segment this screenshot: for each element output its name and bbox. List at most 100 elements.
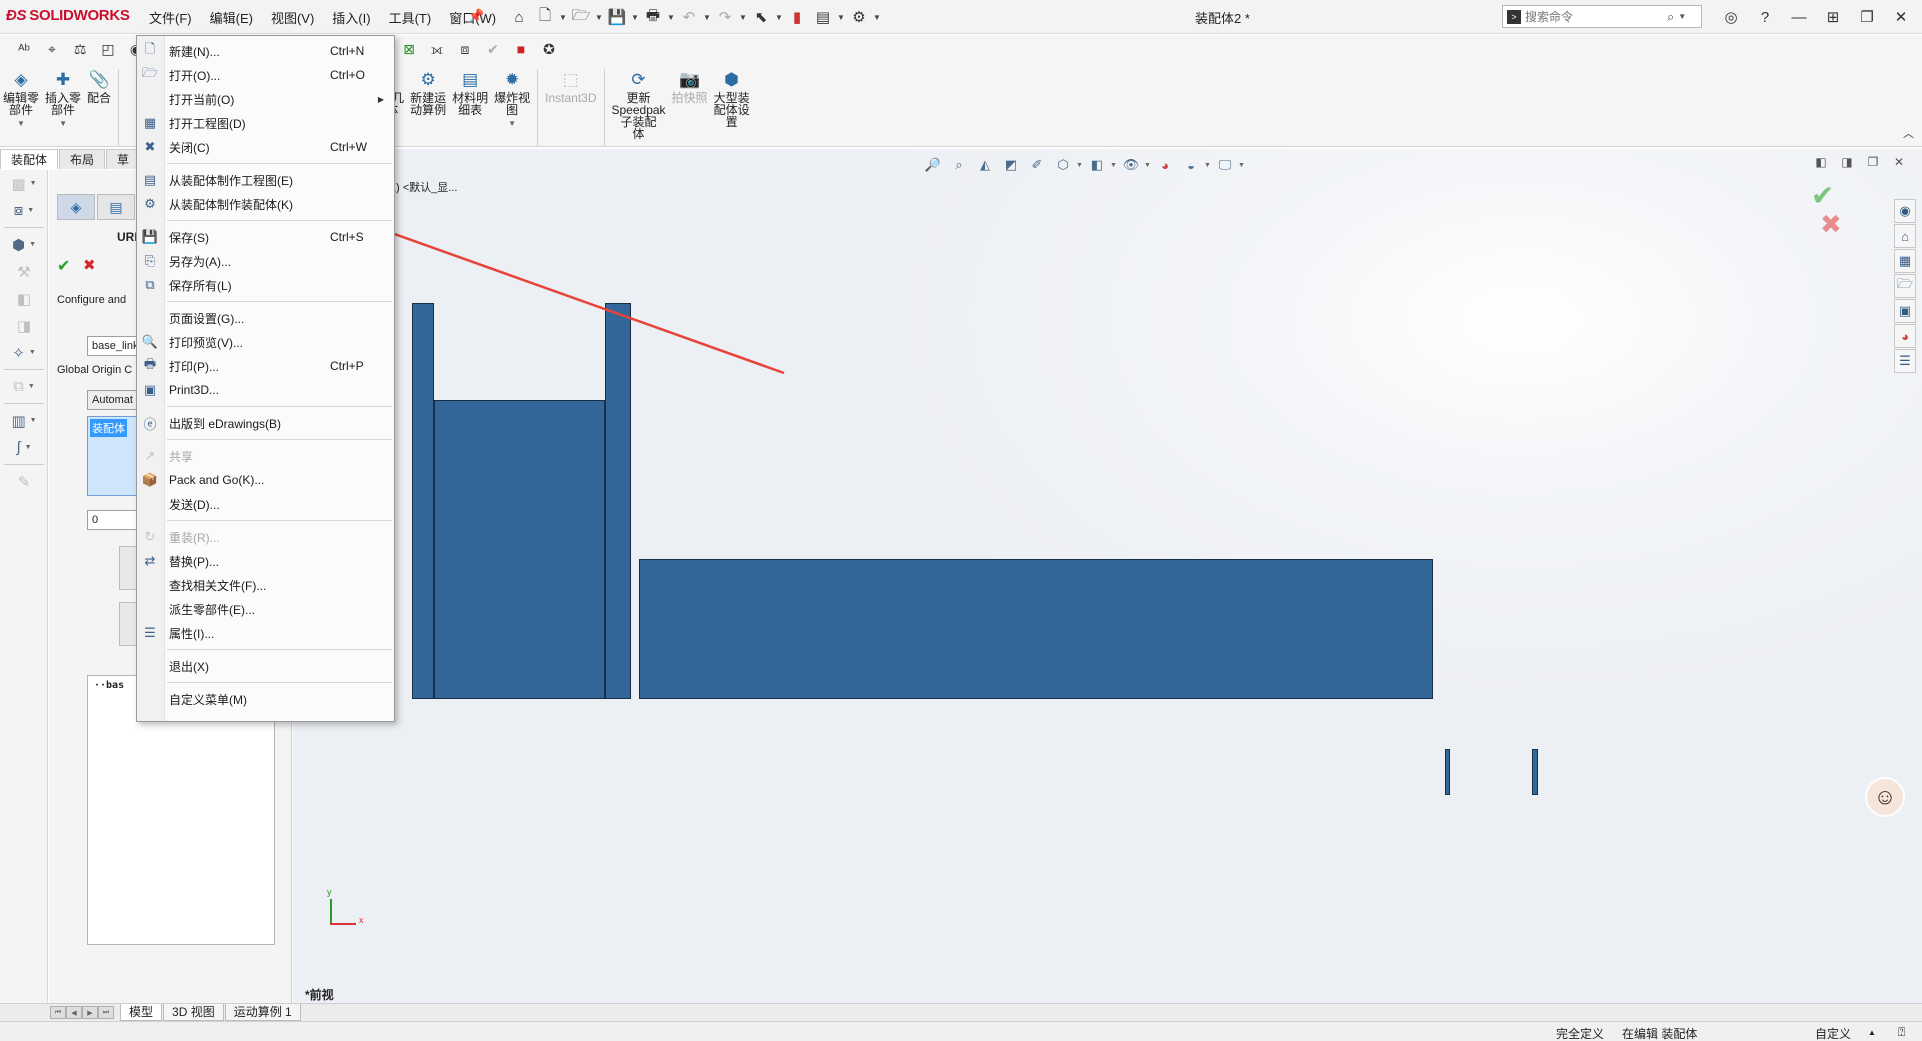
part-left-post[interactable] bbox=[412, 303, 434, 699]
ok-check-icon[interactable]: ✔ bbox=[57, 256, 70, 276]
insert-component-icon[interactable]: ⬢ ▼ bbox=[0, 231, 48, 258]
tab-2[interactable]: 草 bbox=[106, 149, 141, 169]
linear-pattern-icon[interactable]: ⧇ ▼ bbox=[0, 197, 48, 224]
file-menu-item[interactable]: 查找相关文件(F)... bbox=[137, 573, 394, 597]
file-menu-item[interactable]: ⎘ 另存为(A)... bbox=[137, 249, 394, 273]
save-icon[interactable]: 💾 bbox=[604, 5, 630, 29]
feature-path[interactable]: 认) <默认_显... bbox=[385, 179, 457, 195]
assistant-avatar[interactable]: ☺ bbox=[1865, 777, 1905, 817]
status-help-icon[interactable]: ⍰ bbox=[1898, 1025, 1905, 1040]
menu-item-2[interactable]: 视图(V) bbox=[262, 8, 323, 27]
new-motion-study-button[interactable]: ⚙ 新建运 动算例 bbox=[407, 69, 449, 147]
open-folder-icon[interactable]: 🗁 bbox=[568, 5, 594, 29]
exploded-view-dropdown-icon[interactable]: ▼ bbox=[508, 118, 516, 130]
search-input[interactable] bbox=[1525, 9, 1665, 24]
file-menu-item[interactable]: ⧉ 保存所有(L) bbox=[137, 273, 394, 297]
first-tab-icon[interactable]: ⏮ bbox=[50, 1006, 66, 1019]
options-gear-icon[interactable]: ⚙ bbox=[846, 5, 872, 29]
file-menu-item[interactable]: ☰ 属性(I)... bbox=[137, 621, 394, 645]
sketch-icon[interactable]: ✎ bbox=[0, 468, 48, 495]
file-menu-item[interactable]: 发送(D)... bbox=[137, 492, 394, 516]
solidworks-logo[interactable]: ƉS SOLIDWORKS bbox=[6, 7, 130, 24]
view-settings-icon[interactable]: 🖵 bbox=[1212, 155, 1238, 175]
save-dropdown-icon[interactable]: ▼ bbox=[630, 13, 640, 22]
move-component-icon[interactable]: ▩ ▼ bbox=[0, 170, 48, 197]
file-properties-dropdown-icon[interactable]: ▼ bbox=[836, 13, 846, 22]
file-explorer-icon[interactable]: ▦ bbox=[1894, 249, 1916, 273]
appearances-icon[interactable]: ▣ bbox=[1894, 299, 1916, 323]
file-menu-item[interactable]: ✖ 关闭(C) Ctrl+W bbox=[137, 135, 394, 159]
zoom-to-area-icon[interactable]: ⌕ bbox=[946, 155, 972, 175]
measure-icon[interactable]: ⌖ bbox=[38, 37, 66, 61]
file-menu-item[interactable]: 🔍 打印预览(V)... bbox=[137, 330, 394, 354]
restore-icon[interactable]: ❐ bbox=[1850, 5, 1884, 29]
feature-manager-tab[interactable]: ◈ bbox=[57, 194, 95, 220]
clearance-icon[interactable]: ⟗ bbox=[423, 37, 451, 61]
exploded-view-button[interactable]: ✹ 爆炸视 图 ▼ bbox=[491, 69, 533, 147]
bottom-tab-2[interactable]: 运动算例 1 bbox=[224, 1004, 301, 1021]
hole-alignment-icon[interactable]: ⧈ bbox=[451, 37, 479, 61]
curve-icon[interactable]: ∫ ▼ bbox=[0, 434, 48, 461]
menu-item-4[interactable]: 工具(T) bbox=[380, 8, 441, 27]
confirm-ok-icon[interactable]: ✔ bbox=[1811, 179, 1834, 212]
mate-button[interactable]: 📎 配合 bbox=[84, 69, 114, 147]
solidworks-resources-icon[interactable]: ◉ bbox=[1894, 199, 1916, 223]
check-interference-icon[interactable]: ⊠ bbox=[395, 37, 423, 61]
hide-show-items-icon[interactable]: 👁 bbox=[1118, 155, 1144, 175]
custom-properties-icon[interactable]: ☰ bbox=[1894, 349, 1916, 373]
insert-component-button[interactable]: ✚ 插入零 部件 ▼ bbox=[42, 69, 84, 147]
file-properties-icon[interactable]: ▤ bbox=[810, 5, 836, 29]
view-orientation-icon[interactable]: ⬡ bbox=[1050, 155, 1076, 175]
zoom-to-fit-icon[interactable]: 🔎 bbox=[920, 155, 946, 175]
tab-0[interactable]: 装配体 bbox=[0, 149, 59, 169]
insert-component-dropdown-icon[interactable]: ▼ bbox=[59, 118, 67, 130]
reference-geometry-icon[interactable]: ✧ ▼ bbox=[0, 339, 48, 366]
apply-scene-icon[interactable]: ◒ bbox=[1178, 155, 1204, 175]
search-dropdown-icon[interactable]: ▼ bbox=[1678, 12, 1686, 21]
redo-icon[interactable]: ↷ bbox=[712, 5, 738, 29]
mirror-icon[interactable]: ⧉ ▼ bbox=[0, 373, 48, 400]
file-menu-item[interactable]: ⇄ 替换(P)... bbox=[137, 549, 394, 573]
file-menu-item[interactable]: ⚙ 从装配体制作装配体(K) bbox=[137, 192, 394, 216]
ribbon-collapse-icon[interactable]: ︿ bbox=[1903, 125, 1914, 141]
section-properties-icon[interactable]: ◰ bbox=[94, 37, 122, 61]
take-snapshot-button[interactable]: 📷 拍快照 bbox=[669, 69, 711, 147]
update-speedpak-button[interactable]: ⟳ 更新 Speedpak 子装配 体 bbox=[609, 69, 669, 147]
part-small-1[interactable] bbox=[1445, 749, 1450, 795]
new-dropdown-icon[interactable]: ▼ bbox=[558, 13, 568, 22]
design-library-icon[interactable]: ⌂ bbox=[1894, 224, 1916, 248]
dynamic-annotation-icon[interactable]: ✐ bbox=[1024, 155, 1050, 175]
file-menu-item[interactable]: 🖶 打印(P)... Ctrl+P bbox=[137, 354, 394, 378]
hide-show-icon[interactable]: ◧ bbox=[0, 285, 48, 312]
color-icon[interactable]: ■ bbox=[507, 37, 535, 61]
previous-view-icon[interactable]: ◭ bbox=[972, 155, 998, 175]
help-icon[interactable]: ? bbox=[1748, 5, 1782, 29]
search-icon[interactable]: ⌕ bbox=[1667, 9, 1674, 25]
file-menu-item[interactable]: ▦ 打开工程图(D) bbox=[137, 111, 394, 135]
select-dropdown-icon[interactable]: ▼ bbox=[774, 13, 784, 22]
file-menu-item[interactable]: 🗁 打开(O)... Ctrl+O bbox=[137, 63, 394, 87]
scenes-icon[interactable]: ◕ bbox=[1894, 324, 1916, 348]
search-commands[interactable]: > ⌕ ▼ bbox=[1502, 5, 1702, 28]
status-dropdown-icon[interactable]: ▲ bbox=[1868, 1028, 1876, 1037]
selected-item[interactable]: 装配体 bbox=[90, 419, 127, 437]
smart-fastener-icon[interactable]: ⚒ bbox=[0, 258, 48, 285]
part-right-post[interactable] bbox=[605, 303, 631, 699]
status-custom[interactable]: 自定义 bbox=[1815, 1025, 1851, 1041]
bill-of-materials-icon[interactable]: ▥ ▼ bbox=[0, 407, 48, 434]
file-menu-item[interactable]: 💾 保存(S) Ctrl+S bbox=[137, 225, 394, 249]
section-view-icon[interactable]: ◩ bbox=[998, 155, 1024, 175]
file-menu-item[interactable]: ▣ Print3D... bbox=[137, 378, 394, 402]
view-orientation-dropdown-icon[interactable]: ▼ bbox=[1076, 162, 1084, 169]
file-menu-item[interactable]: 打开当前(O) ▶ bbox=[137, 87, 394, 111]
print-dropdown-icon[interactable]: ▼ bbox=[666, 13, 676, 22]
file-menu-item[interactable]: 🗋 新建(N)... Ctrl+N bbox=[137, 39, 394, 63]
display-style-dropdown-icon[interactable]: ▼ bbox=[1110, 162, 1118, 169]
confirm-cancel-icon[interactable]: ✖ bbox=[1820, 209, 1842, 240]
edit-component-dropdown-icon[interactable]: ▼ bbox=[17, 118, 25, 130]
doc-next-icon[interactable]: ◨ bbox=[1834, 155, 1860, 169]
menu-item-1[interactable]: 编辑(E) bbox=[201, 8, 262, 27]
spell-check-icon[interactable]: ᴬᵇ bbox=[10, 37, 38, 61]
property-manager-tab[interactable]: ▤ bbox=[97, 194, 135, 220]
hide-show-dropdown-icon[interactable]: ▼ bbox=[1144, 162, 1152, 169]
